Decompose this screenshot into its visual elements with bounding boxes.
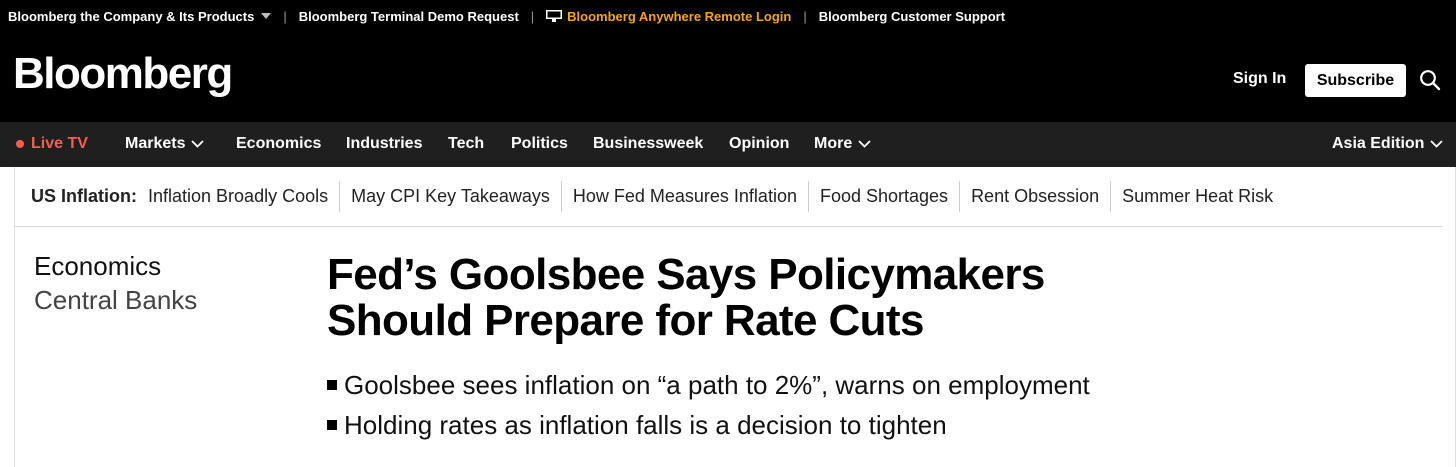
chevron-down-icon (191, 140, 205, 148)
article-headline: Fed’s Goolsbee Says Policymakers Should … (327, 252, 1227, 344)
customer-support-link[interactable]: Bloomberg Customer Support (819, 9, 1005, 24)
nav-live-tv-label: Live TV (31, 135, 88, 152)
chevron-down-icon (858, 140, 871, 148)
nav-industries[interactable]: Industries (346, 135, 422, 153)
nav-tech[interactable]: Tech (448, 135, 484, 153)
summary-item: Goolsbee sees inflation on “a path to 2%… (327, 365, 1090, 405)
trending-link[interactable]: Inflation Broadly Cools (148, 186, 339, 207)
trending-label: US Inflation: (31, 186, 137, 206)
nav-markets[interactable]: Markets (125, 135, 205, 153)
terminal-demo-link[interactable]: Bloomberg Terminal Demo Request (299, 9, 519, 24)
anywhere-login-label: Bloomberg Anywhere Remote Login (567, 8, 792, 24)
nav-more[interactable]: More (814, 135, 871, 153)
company-products-link[interactable]: Bloomberg the Company & Its Products (8, 8, 272, 24)
masthead: Bloomberg Sign In Subscribe (0, 32, 1456, 122)
live-dot-icon (16, 140, 24, 148)
trending-bar: US Inflation: Inflation Broadly Cools Ma… (14, 167, 1443, 227)
trending-link[interactable]: May CPI Key Takeaways (340, 186, 561, 207)
trending-link[interactable]: How Fed Measures Inflation (562, 186, 808, 207)
nav-economics[interactable]: Economics (236, 135, 321, 153)
section-link[interactable]: Economics (34, 249, 197, 283)
sign-in-link[interactable]: Sign In (1233, 70, 1286, 88)
edition-selector[interactable]: Asia Edition (1332, 135, 1444, 153)
nav-opinion[interactable]: Opinion (729, 135, 789, 153)
subscribe-button[interactable]: Subscribe (1305, 64, 1406, 97)
nav-more-label: More (814, 135, 853, 152)
article-summary: Goolsbee sees inflation on “a path to 2%… (327, 365, 1090, 445)
bullet-icon (327, 380, 337, 390)
article-kicker: Economics Central Banks (34, 249, 197, 317)
divider: | (283, 8, 287, 24)
bloomberg-logo[interactable]: Bloomberg (13, 52, 233, 96)
summary-text: Goolsbee sees inflation on “a path to 2%… (344, 370, 1090, 400)
divider: | (803, 8, 807, 24)
edition-label: Asia Edition (1332, 135, 1425, 152)
headline-line: Should Prepare for Rate Cuts (327, 296, 924, 345)
trending-link[interactable]: Food Shortages (809, 186, 959, 207)
anywhere-login-link[interactable]: Bloomberg Anywhere Remote Login (546, 9, 791, 24)
trending-link[interactable]: Summer Heat Risk (1111, 186, 1284, 207)
nav-markets-label: Markets (125, 135, 186, 152)
trending-link[interactable]: Rent Obsession (960, 186, 1110, 207)
divider: | (530, 8, 535, 24)
subsection-link[interactable]: Central Banks (34, 283, 197, 317)
nav-politics[interactable]: Politics (511, 135, 568, 153)
main-nav: Live TV Markets Economics Industries Tec… (0, 122, 1456, 167)
headline-line: Fed’s Goolsbee Says Policymakers (327, 250, 1045, 299)
monitor-icon (546, 10, 563, 22)
nav-businessweek[interactable]: Businessweek (593, 135, 703, 153)
terminal-demo-label: Bloomberg Terminal Demo Request (298, 8, 519, 24)
caret-down-icon (261, 13, 272, 19)
summary-text: Holding rates as inflation falls is a de… (344, 410, 947, 440)
summary-item: Holding rates as inflation falls is a de… (327, 405, 1090, 445)
nav-live-tv[interactable]: Live TV (16, 135, 88, 153)
chevron-down-icon (1430, 140, 1444, 148)
customer-support-label: Bloomberg Customer Support (818, 8, 1006, 24)
company-products-label: Bloomberg the Company & Its Products (8, 8, 255, 24)
search-icon[interactable] (1419, 69, 1441, 91)
utility-bar: Bloomberg the Company & Its Products | B… (0, 0, 1456, 32)
bullet-icon (327, 420, 337, 430)
